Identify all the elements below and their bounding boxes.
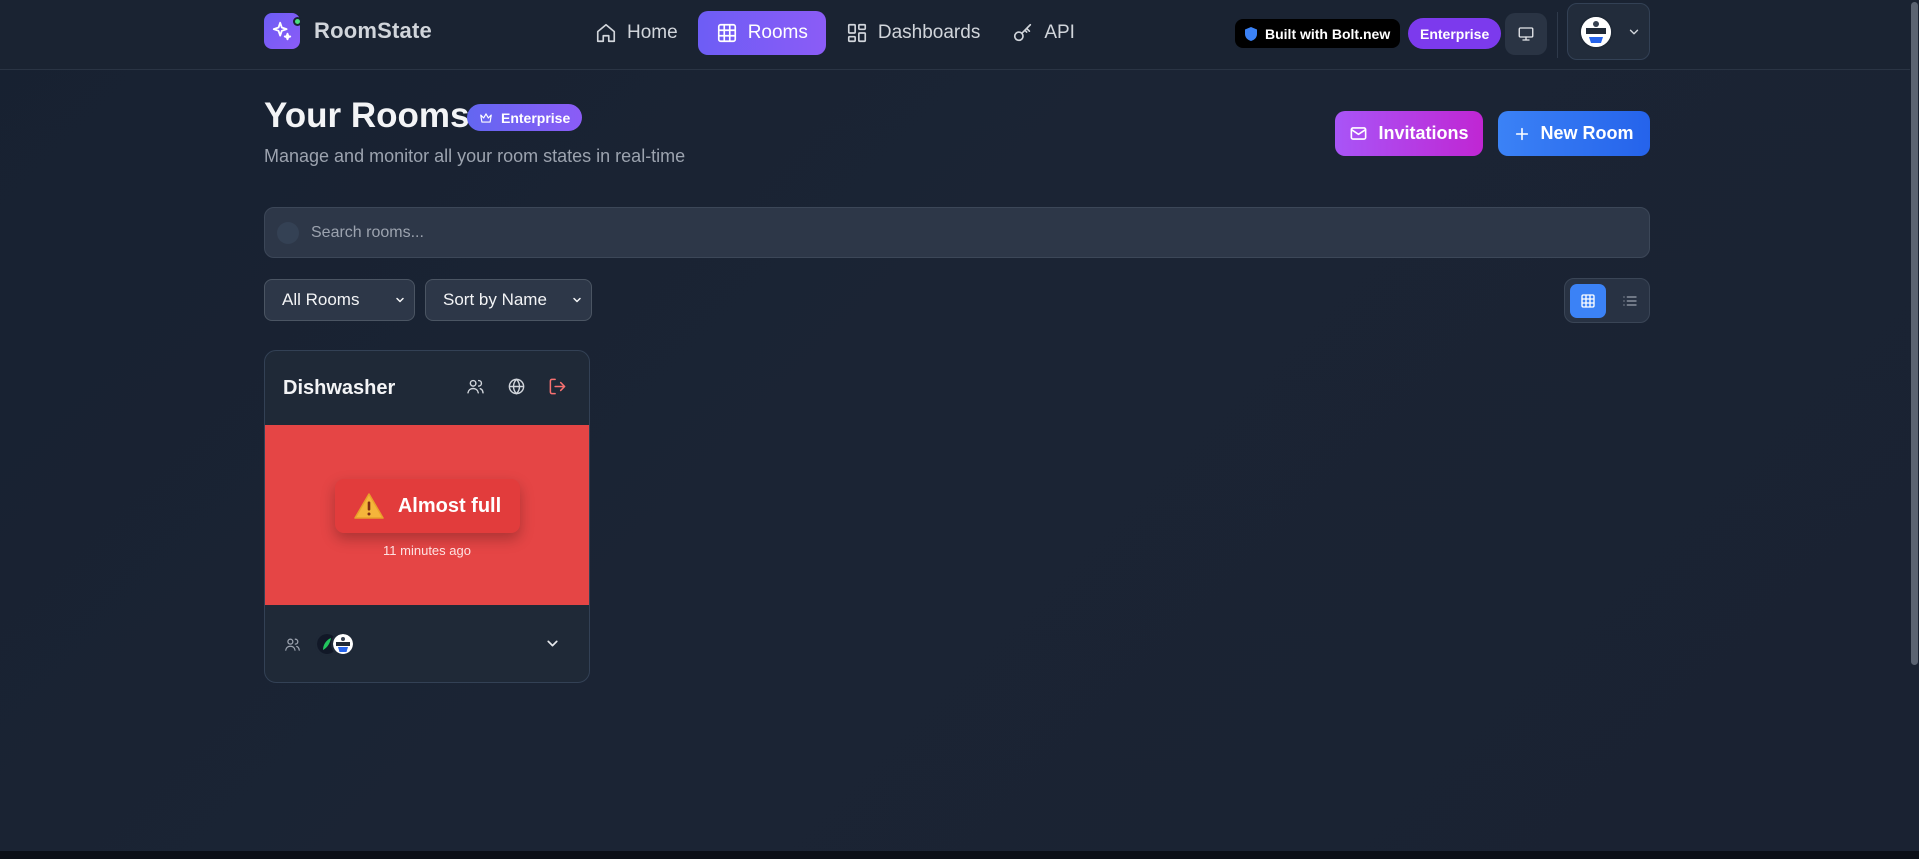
- room-card-actions: [466, 377, 567, 396]
- page-subtitle: Manage and monitor all your room states …: [264, 146, 686, 166]
- online-dot: [293, 17, 302, 26]
- status-updated-time: 11 minutes ago: [383, 543, 471, 558]
- globe-icon[interactable]: [507, 377, 526, 396]
- nav-home-label: Home: [627, 22, 678, 43]
- page-title: Your Rooms: [264, 96, 470, 135]
- search-icon: [277, 221, 299, 244]
- key-icon: [1012, 22, 1034, 44]
- main-nav: Home Rooms Dashboards API: [583, 11, 1087, 55]
- plus-icon: [1514, 126, 1530, 142]
- search-bar: [264, 207, 1650, 258]
- room-status-panel[interactable]: Almost full 11 minutes ago: [265, 425, 589, 605]
- invitations-button[interactable]: Invitations: [1335, 111, 1483, 156]
- member-avatar: [331, 632, 355, 656]
- search-input[interactable]: [299, 208, 1649, 257]
- dashboard-icon: [846, 22, 868, 44]
- chevron-down-icon: [571, 294, 583, 306]
- enterprise-badge-label: Enterprise: [501, 109, 571, 126]
- enterprise-plan-badge: Enterprise: [1408, 18, 1502, 49]
- list-icon: [1622, 293, 1638, 309]
- invitations-label: Invitations: [1378, 123, 1469, 143]
- chevron-down-icon: [394, 294, 406, 306]
- room-filter-value: All Rooms: [282, 290, 360, 309]
- bolt-shield-icon: [1245, 26, 1257, 41]
- page-scrollbar[interactable]: [1910, 0, 1919, 859]
- nav-rooms[interactable]: Rooms: [697, 11, 826, 55]
- mail-icon: [1349, 124, 1368, 143]
- user-avatar: [1579, 14, 1613, 49]
- bottom-edge: [0, 851, 1919, 859]
- new-room-label: New Room: [1540, 123, 1634, 143]
- sparkles-logo-icon: [264, 13, 302, 49]
- members-icon[interactable]: [466, 377, 485, 396]
- nav-dashboards-label: Dashboards: [877, 22, 981, 43]
- grid-icon: [1580, 293, 1596, 309]
- room-filter-select[interactable]: All Rooms: [264, 279, 415, 321]
- sort-value: Sort by Name: [443, 290, 547, 309]
- room-card-header: Dishwasher: [265, 351, 589, 425]
- nav-api[interactable]: API: [1000, 11, 1087, 55]
- nav-dashboards[interactable]: Dashboards: [834, 11, 992, 55]
- grid-view-button[interactable]: [1570, 283, 1606, 318]
- view-mode-toggle: [1564, 278, 1650, 323]
- nav-divider: [1557, 12, 1558, 58]
- brand[interactable]: RoomState: [264, 7, 432, 55]
- chevron-down-icon: [1627, 25, 1641, 39]
- room-name: Dishwasher: [283, 376, 396, 399]
- app-name: RoomState: [314, 18, 432, 43]
- leave-room-icon[interactable]: [548, 377, 567, 396]
- user-menu-button[interactable]: [1567, 3, 1650, 60]
- scrollbar-thumb[interactable]: [1911, 2, 1918, 665]
- nav-rooms-label: Rooms: [747, 22, 808, 43]
- nav-home[interactable]: Home: [583, 11, 690, 55]
- bolt-badge-label: Built with Bolt.new: [1265, 25, 1391, 42]
- room-card-footer: [265, 605, 589, 682]
- list-view-button[interactable]: [1612, 284, 1648, 318]
- members-icon: [284, 636, 301, 653]
- sort-select[interactable]: Sort by Name: [425, 279, 592, 321]
- member-avatars: [315, 632, 355, 656]
- grid-icon: [716, 22, 738, 44]
- warning-icon: [354, 493, 384, 519]
- home-icon: [595, 22, 617, 44]
- new-room-button[interactable]: New Room: [1498, 111, 1650, 156]
- status-pill: Almost full: [335, 479, 520, 533]
- crown-icon: [479, 111, 493, 125]
- top-navbar: RoomState Home Rooms Dashboards API Buil…: [0, 0, 1919, 70]
- display-mode-button[interactable]: [1505, 13, 1547, 55]
- nav-api-label: API: [1044, 22, 1075, 43]
- room-card[interactable]: Dishwasher Almost full 11 minutes ago: [264, 350, 590, 683]
- monitor-icon: [1517, 25, 1535, 43]
- status-label: Almost full: [397, 494, 502, 517]
- expand-chevron-icon[interactable]: [544, 635, 561, 652]
- enterprise-badge: Enterprise: [467, 104, 583, 131]
- built-with-bolt-badge[interactable]: Built with Bolt.new: [1235, 19, 1401, 48]
